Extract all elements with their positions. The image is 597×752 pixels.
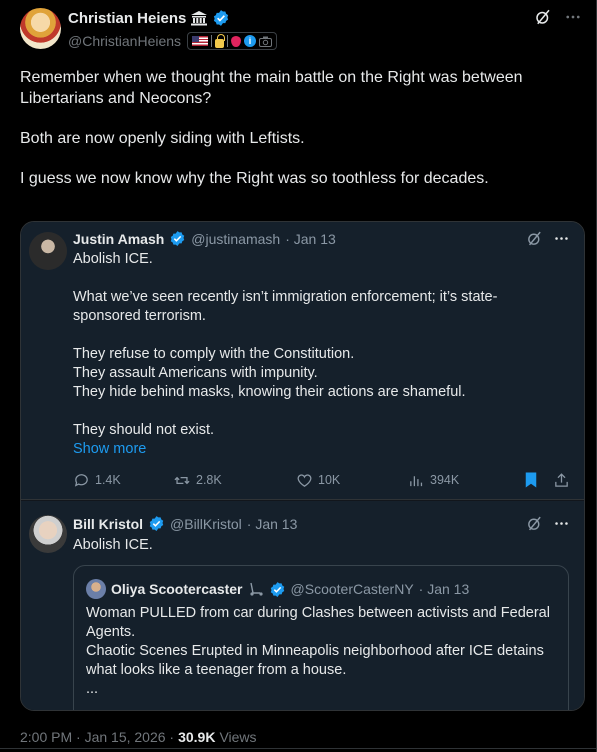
scootercaster-header: Oliya Scootercaster @ScooterCasterNY · J… [86, 579, 469, 599]
government-icon [191, 10, 208, 26]
kristol-text: Abolish ICE. [73, 537, 153, 553]
post-meta: 2:00 PM · Jan 15, 2026 · 30.9K Views [20, 729, 257, 745]
post: Christian Heiens @ChristianHeiens i Reme… [0, 0, 597, 752]
bookmark-icon [525, 472, 537, 488]
divider [211, 35, 213, 47]
author-name-row: Christian Heiens [68, 9, 230, 27]
repost-icon [174, 476, 190, 484]
reply-button[interactable]: 1.4K [73, 472, 173, 489]
post-timestamp[interactable]: 2:00 PM · Jan 15, 2026 · [20, 729, 174, 745]
kristol-avatar[interactable] [29, 515, 67, 553]
us-flag-icon [192, 36, 209, 46]
share-icon [555, 472, 568, 487]
quoted-posts-card[interactable]: Justin Amash @justinamash · Jan 13 Aboli… [20, 221, 585, 711]
info-icon[interactable]: i [244, 35, 257, 47]
repost-button[interactable]: 2.8K [173, 472, 296, 489]
quoted-post-kristol[interactable]: Bill Kristol @BillKristol · Jan 13 Aboli… [21, 501, 584, 710]
amash-handle[interactable]: @justinamash [191, 231, 280, 247]
amash-header: Justin Amash @justinamash · Jan 13 [73, 230, 336, 247]
author-handle-row: @ChristianHeiens i [68, 32, 278, 50]
amash-paragraph: They refuse to comply with the Constitut… [73, 346, 466, 400]
verified-badge-icon [169, 230, 186, 247]
post-paragraph: I guess we now know why the Right was so… [20, 170, 489, 187]
more-icon[interactable] [564, 8, 582, 26]
scootercaster-name[interactable]: Oliya Scootercaster [111, 581, 243, 597]
divider [0, 748, 597, 749]
more-icon[interactable] [553, 230, 570, 247]
amash-text: Abolish ICE. What we’ve seen recently is… [73, 250, 563, 459]
amash-paragraph: Abolish ICE. [73, 251, 153, 267]
like-icon [297, 473, 312, 487]
amash-paragraph: What we’ve seen recently isn’t immigrati… [73, 289, 498, 324]
amash-date[interactable]: · Jan 13 [285, 231, 336, 247]
lock-icon [215, 33, 225, 48]
author-avatar[interactable] [20, 8, 61, 49]
kristol-handle[interactable]: @BillKristol [170, 516, 242, 532]
divider [227, 35, 229, 47]
share-button[interactable] [553, 472, 573, 489]
post-views-count: 30.9K [178, 729, 216, 745]
camera-icon [259, 36, 273, 47]
verified-badge-icon [269, 581, 286, 598]
scooter-icon [248, 582, 264, 596]
profile-label-strip: i [187, 32, 278, 50]
kristol-date[interactable]: · Jan 13 [247, 516, 298, 532]
views-button[interactable]: 394K [408, 472, 523, 489]
quoted-post-amash[interactable]: Justin Amash @justinamash · Jan 13 Aboli… [21, 222, 584, 500]
grok-icon[interactable] [534, 8, 552, 26]
author-handle[interactable]: @ChristianHeiens [68, 33, 181, 49]
grok-icon[interactable] [526, 515, 543, 532]
bookmark-button[interactable] [523, 471, 553, 489]
author-name[interactable]: Christian Heiens [68, 10, 186, 27]
repost-count: 2.8K [196, 473, 222, 487]
post-actions-top [534, 8, 582, 26]
kristol-actions [526, 515, 570, 532]
views-icon [410, 475, 423, 486]
verified-badge-icon[interactable] [212, 9, 230, 27]
kristol-name[interactable]: Bill Kristol [73, 516, 143, 532]
amash-actions [526, 230, 570, 247]
views-count: 394K [430, 473, 460, 487]
amash-engagement-bar: 1.4K 2.8K 10K 394K [73, 471, 573, 489]
post-text: Remember when we thought the main battle… [20, 67, 580, 208]
amash-name[interactable]: Justin Amash [73, 231, 164, 247]
reply-icon [74, 473, 88, 487]
like-count: 10K [318, 473, 341, 487]
scootercaster-text: Woman PULLED from car during Clashes bet… [86, 604, 561, 699]
scootercaster-body: Woman PULLED from car during Clashes bet… [86, 605, 550, 697]
amash-avatar[interactable] [29, 232, 67, 270]
post-views-label: Views [219, 729, 257, 745]
post-paragraph: Remember when we thought the main battle… [20, 69, 527, 107]
grok-icon[interactable] [526, 230, 543, 247]
kristol-header: Bill Kristol @BillKristol · Jan 13 [73, 515, 297, 532]
more-icon[interactable] [553, 515, 570, 532]
verified-badge-icon [148, 515, 165, 532]
post-paragraph: Both are now openly siding with Leftists… [20, 130, 305, 147]
scootercaster-avatar[interactable] [86, 579, 106, 599]
nested-quoted-post[interactable]: Oliya Scootercaster @ScooterCasterNY · J… [73, 565, 569, 710]
scootercaster-date[interactable]: · Jan 13 [419, 581, 470, 597]
reply-count: 1.4K [95, 473, 121, 487]
like-button[interactable]: 10K [296, 472, 408, 489]
scootercaster-handle[interactable]: @ScooterCasterNY [291, 581, 414, 597]
amash-paragraph: They should not exist. [73, 422, 215, 438]
show-more-link[interactable]: Show more [73, 440, 563, 459]
strawberry-icon [231, 35, 242, 47]
